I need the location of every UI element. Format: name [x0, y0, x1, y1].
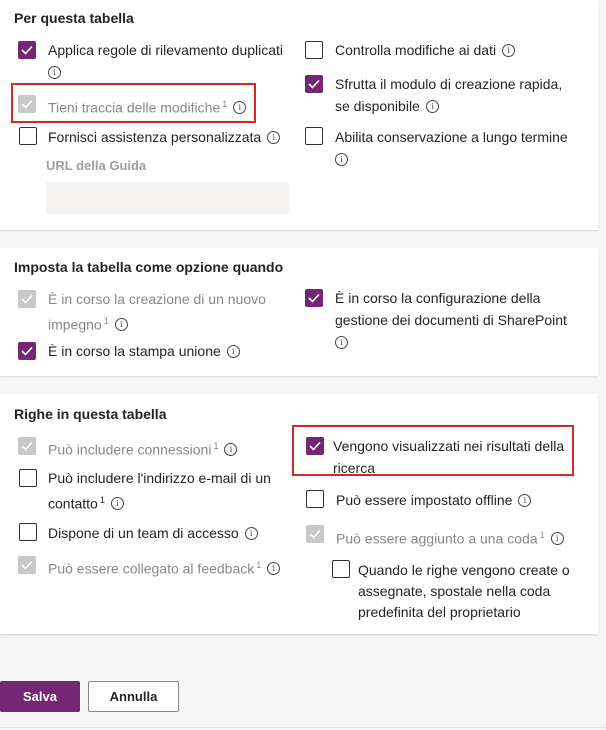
quick-create-text-line1: Sfrutta il modulo di creazione rapida, — [335, 76, 563, 92]
move-to-queue-checkbox[interactable] — [332, 560, 350, 578]
cancel-button[interactable]: Annulla — [88, 681, 179, 712]
footnote-marker: 1 — [103, 316, 109, 326]
checkmark-icon — [21, 294, 33, 304]
info-icon[interactable]: i — [267, 562, 281, 576]
move-to-queue-label: Quando le righe vengono create o assegna… — [358, 560, 570, 623]
footnote-marker: 1 — [539, 530, 545, 540]
audit-changes-label: Controlla modifiche ai dati i — [335, 39, 516, 61]
contact-email-label: Può includere l'indirizzo e-mail di un c… — [48, 467, 271, 515]
checkmark-icon — [309, 529, 321, 539]
info-icon[interactable]: i — [114, 318, 128, 332]
quick-create-text-line2: se disponibile — [335, 98, 420, 114]
mail-merge-checkbox[interactable] — [18, 342, 36, 360]
help-url-label: URL della Guida — [46, 158, 147, 173]
feedback-label: Può essere collegato al feedback 1 i — [48, 554, 281, 580]
duplicate-detection-text: Applica regole di rilevamento duplicati — [48, 42, 284, 58]
section-title: Righe in questa tabella — [14, 406, 167, 422]
connections-checkbox — [18, 437, 36, 455]
offline-text: Può essere impostato offline — [336, 492, 513, 508]
long-term-retention-text: Abilita conservazione a lungo termine — [335, 129, 568, 145]
access-team-text: Dispone di un team di accesso — [48, 525, 239, 541]
info-icon[interactable]: i — [267, 130, 281, 144]
sharepoint-text-line2: gestione dei documenti di SharePoint — [335, 312, 567, 328]
engagement-text-line1: È in corso la creazione di un nuovo — [48, 291, 266, 307]
help-url-input — [46, 182, 289, 214]
checkmark-icon — [21, 441, 33, 451]
info-icon[interactable]: i — [550, 532, 564, 546]
offline-label: Può essere impostato offline i — [336, 489, 532, 511]
quick-create-checkbox[interactable] — [305, 75, 323, 93]
feedback-checkbox — [18, 556, 36, 574]
move-to-queue-text-line3: predefinita del proprietario — [358, 604, 521, 620]
engagement-label: È in corso la creazione di un nuovo impe… — [48, 288, 266, 336]
highlight-box-track-changes — [11, 83, 256, 123]
connections-label: Può includere connessioni 1 i — [48, 435, 238, 461]
queue-checkbox — [306, 525, 324, 543]
personalized-assistance-checkbox[interactable] — [19, 127, 37, 145]
info-icon[interactable]: i — [226, 344, 240, 358]
contact-email-checkbox[interactable] — [19, 469, 37, 487]
checkmark-icon — [21, 45, 33, 55]
checkmark-icon — [21, 346, 33, 356]
contact-email-text-line2: contatto — [48, 495, 98, 512]
rows-in-table-card: Righe in questa tabella Può includere co… — [0, 394, 598, 634]
engagement-text-line2: impegno — [48, 316, 102, 333]
table-options-card: Per questa tabella Applica regole di ril… — [0, 0, 598, 230]
info-icon[interactable]: i — [48, 65, 61, 79]
sharepoint-label: È in corso la configurazione della gesti… — [335, 287, 567, 353]
info-icon[interactable]: i — [518, 493, 532, 507]
offline-checkbox[interactable] — [306, 490, 324, 508]
highlight-box-search-results — [292, 425, 574, 476]
info-icon[interactable]: i — [425, 99, 439, 113]
duplicate-detection-label: Applica regole di rilevamento duplicati … — [48, 39, 283, 83]
contact-email-text-line1: Può includere l'indirizzo e-mail di un — [48, 470, 271, 486]
long-term-retention-checkbox[interactable] — [305, 127, 323, 145]
info-icon[interactable]: i — [224, 443, 238, 457]
save-button[interactable]: Salva — [0, 681, 80, 712]
option-when-card: Imposta la tabella come opzione quando È… — [0, 248, 598, 376]
access-team-label: Dispone di un team di accesso i — [48, 522, 258, 544]
personalized-assistance-label: Fornisci assistenza personalizzata i — [48, 126, 281, 148]
quick-create-label: Sfrutta il modulo di creazione rapida, s… — [335, 73, 562, 117]
info-icon[interactable]: i — [335, 152, 348, 166]
sharepoint-checkbox[interactable] — [305, 289, 323, 307]
long-term-retention-label: Abilita conservazione a lungo termine i — [335, 126, 568, 170]
personalized-assistance-text: Fornisci assistenza personalizzata — [48, 129, 262, 145]
mail-merge-label: È in corso la stampa unione i — [48, 340, 240, 362]
footnote-marker: 1 — [99, 495, 105, 505]
info-icon[interactable]: i — [110, 497, 124, 511]
audit-changes-text: Controlla modifiche ai dati — [335, 42, 497, 58]
duplicate-detection-checkbox[interactable] — [18, 41, 36, 59]
feedback-text: Può essere collegato al feedback — [48, 560, 255, 577]
info-icon[interactable]: i — [502, 43, 516, 57]
checkmark-icon — [308, 79, 320, 89]
footnote-marker: 1 — [213, 441, 219, 451]
checkmark-icon — [21, 560, 33, 570]
section-title: Per questa tabella — [14, 10, 134, 26]
access-team-checkbox[interactable] — [19, 523, 37, 541]
checkmark-icon — [308, 293, 320, 303]
mail-merge-text: È in corso la stampa unione — [48, 343, 221, 359]
queue-label: Può essere aggiunto a una coda 1 i — [336, 524, 564, 550]
info-icon[interactable]: i — [244, 526, 258, 540]
move-to-queue-text-line2: assegnate, spostale nella coda — [358, 583, 551, 599]
move-to-queue-text-line1: Quando le righe vengono create o — [358, 562, 570, 578]
info-icon[interactable]: i — [335, 335, 348, 349]
sharepoint-text-line1: È in corso la configurazione della — [335, 290, 541, 306]
queue-text: Può essere aggiunto a una coda — [336, 530, 538, 547]
bottom-divider — [0, 727, 606, 728]
footnote-marker: 1 — [256, 560, 262, 570]
section-title: Imposta la tabella come opzione quando — [14, 259, 284, 275]
engagement-checkbox — [18, 290, 36, 308]
audit-changes-checkbox[interactable] — [305, 41, 323, 59]
connections-text: Può includere connessioni — [48, 441, 212, 458]
